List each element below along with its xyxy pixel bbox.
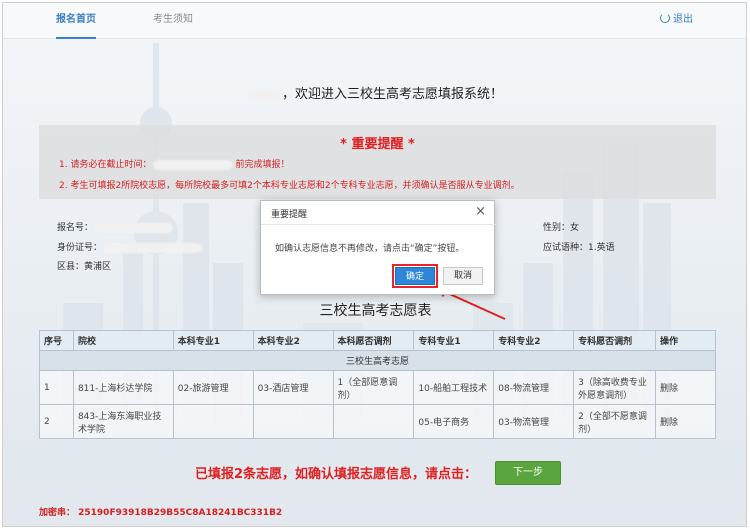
cancel-button[interactable]: 取消	[443, 267, 483, 285]
cell: 03-酒店管理	[252, 370, 334, 405]
col-header: 专科愿否调剂	[573, 330, 657, 351]
logout-icon	[660, 13, 670, 23]
redacted-id	[102, 242, 203, 253]
reminder-line-1-b: 前完成填报！	[235, 160, 290, 170]
cell: 10-船舶工程技术	[413, 370, 495, 405]
language: 应试语种：1.英语	[543, 243, 615, 253]
id-label: 身份证号：	[57, 243, 103, 253]
col-header: 专科专业1	[413, 330, 495, 351]
cell	[252, 404, 334, 439]
dialog-message: 如确认志愿信息不再修改，请点击“确定”按钮。	[275, 244, 465, 254]
redacted-name	[247, 88, 282, 101]
top-nav: 报名首页 考生须知 退出	[3, 3, 746, 39]
reminder-panel: * 重要提醒 * 1. 请务必在截止时间： 前完成填报！ 2. 考生可填报2所院校…	[39, 125, 716, 199]
cell: 1	[39, 370, 74, 405]
volunteer-table: 序号 院校 本科专业1 本科专业2 本科愿否调剂 专科专业1 专科专业2 专科愿…	[39, 330, 716, 439]
gender: 性别：女	[543, 223, 580, 233]
table-row: 1 811-上海杉达学院 02-旅游管理 03-酒店管理 1（全部愿意调剂） 1…	[39, 370, 716, 405]
cell	[172, 404, 254, 439]
logout-label: 退出	[673, 14, 693, 25]
encryption-string: 加密串： 25190F93918B29B55C8A18241BC331B2	[39, 508, 283, 518]
next-step-button[interactable]: 下一步	[495, 461, 561, 485]
district-row: 区县：黄浦区	[57, 259, 111, 272]
cell: 1（全部愿意调剂）	[332, 370, 415, 405]
id-row: 身份证号：	[57, 240, 203, 253]
cell: 843-上海东海职业技术学院	[72, 404, 174, 439]
col-header: 本科专业1	[172, 330, 254, 351]
col-header: 专科专业2	[493, 330, 575, 351]
col-header: 本科专业2	[252, 330, 334, 351]
reg-no-row: 报名号：	[57, 220, 174, 233]
district-label: 区县：	[57, 262, 85, 272]
dialog-title: 重要提醒	[271, 210, 308, 220]
section-label: 三校生高考志愿	[39, 350, 716, 371]
table-title: 三校生高考志愿表	[319, 303, 432, 319]
tab-home[interactable]: 报名首页	[56, 11, 96, 39]
reminder-line-1-a: 1. 请务必在截止时间：	[59, 160, 152, 170]
confirm-dialog: 重要提醒 × 如确认志愿信息不再修改，请点击“确定”按钮。 确定 取消	[260, 200, 496, 295]
col-header: 本科愿否调剂	[332, 330, 415, 351]
delete-link[interactable]: 删除	[655, 370, 716, 405]
table-header-row: 序号 院校 本科专业1 本科专业2 本科愿否调剂 专科专业1 专科专业2 专科愿…	[39, 330, 716, 351]
cell: 08-物流管理	[493, 370, 575, 405]
redacted-deadline	[153, 159, 234, 170]
reminder-title: * 重要提醒 *	[340, 137, 415, 152]
welcome-heading: ，欢迎进入三校生高考志愿填报系统！	[3, 83, 746, 102]
col-header: 操作	[655, 330, 716, 351]
col-header: 院校	[72, 330, 174, 351]
reg-no-label: 报名号：	[57, 223, 94, 233]
logout-button[interactable]: 退出	[660, 11, 693, 29]
reminder-line-2: 2. 考生可填报2所院校志愿，每所院校最多可填2个本科专业志愿和2个专科专业志愿…	[59, 181, 520, 191]
tab-notice[interactable]: 考生须知	[153, 11, 193, 39]
cell: 2（全部不愿意调剂）	[573, 404, 657, 439]
col-header: 序号	[39, 330, 74, 351]
cell: 02-旅游管理	[172, 370, 254, 405]
confirm-prompt: 已填报2条志愿，如确认填报志愿信息，请点击：	[195, 467, 478, 482]
delete-link[interactable]: 删除	[655, 404, 716, 439]
cell: 811-上海杉达学院	[72, 370, 174, 405]
welcome-text: ，欢迎进入三校生高考志愿填报系统！	[281, 87, 503, 102]
browser-page: 报名首页 考生须知 退出 ，欢迎进入三校生高考志愿填报系统！ * 重要提醒 * …	[2, 2, 747, 527]
confirm-button[interactable]: 确定	[395, 267, 435, 285]
reminder-line-1: 1. 请务必在截止时间： 前完成填报！	[59, 157, 289, 170]
close-icon[interactable]: ×	[475, 204, 486, 220]
redacted-reg-no	[93, 222, 174, 233]
district-value: 黄浦区	[84, 262, 112, 272]
cell: 03-物流管理	[493, 404, 575, 439]
cell: 05-电子商务	[413, 404, 495, 439]
cell: 3（除高收费专业外愿意调剂）	[573, 370, 657, 405]
table-section-row: 三校生高考志愿	[39, 350, 716, 371]
cell: 2	[39, 404, 74, 439]
table-row: 2 843-上海东海职业技术学院 05-电子商务 03-物流管理 2（全部不愿意…	[39, 404, 716, 439]
cell	[332, 404, 415, 439]
dialog-header: 重要提醒 ×	[261, 201, 496, 225]
